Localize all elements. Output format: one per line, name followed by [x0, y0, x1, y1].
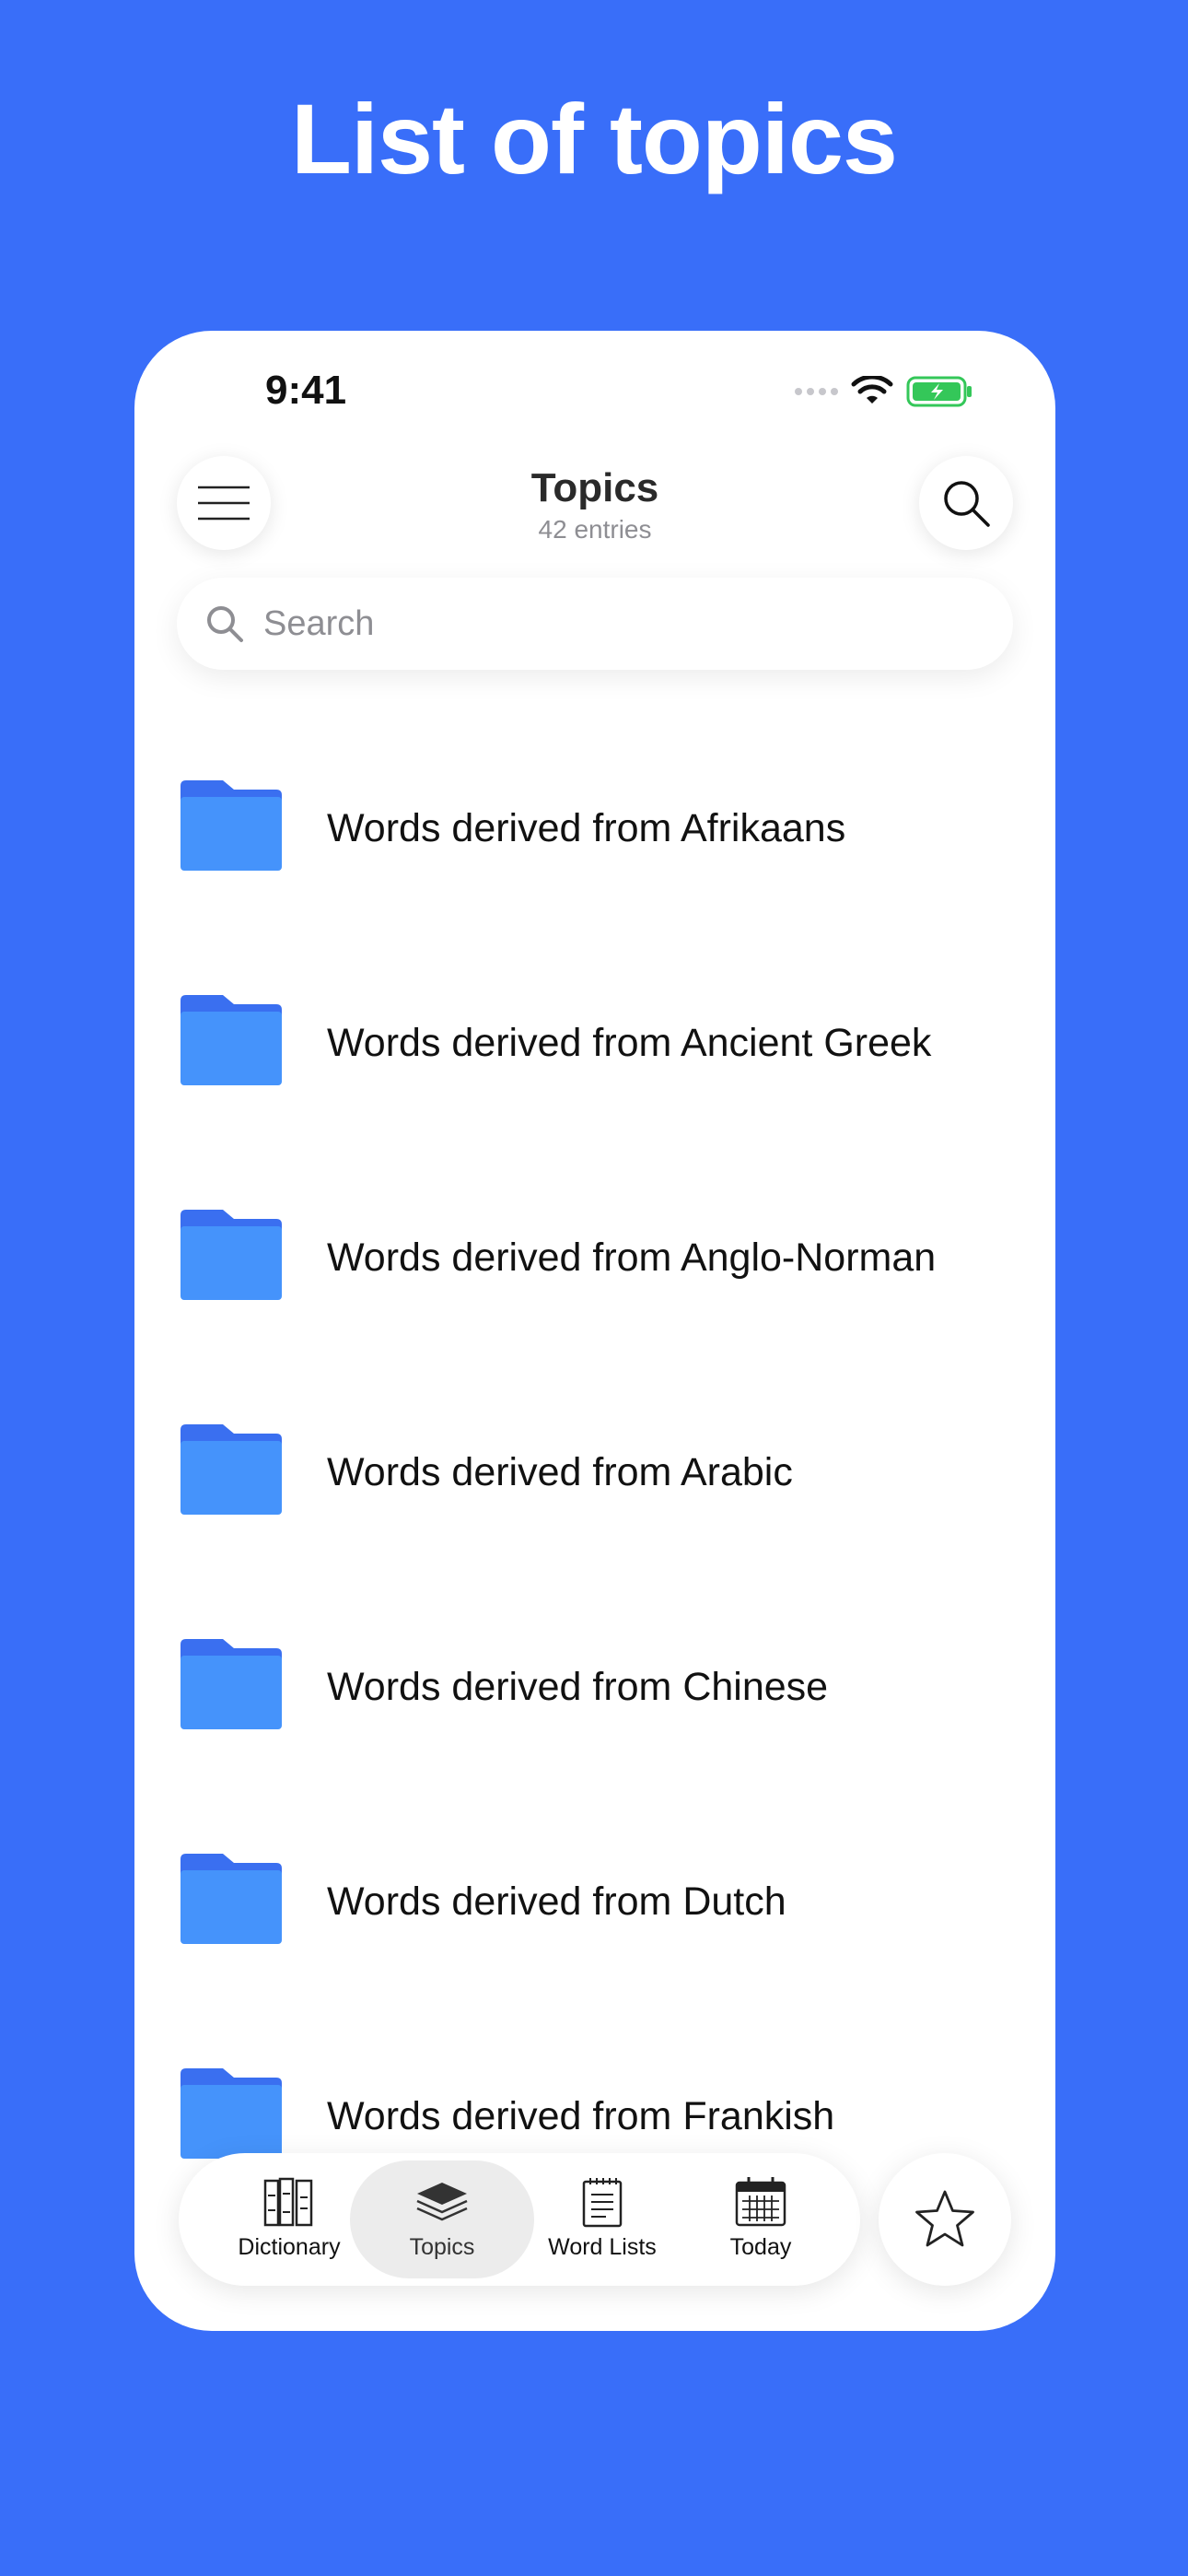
topic-label: Words derived from Frankish: [327, 2094, 835, 2138]
tab-label: Today: [729, 2234, 792, 2260]
entries-count: 42 entries: [538, 515, 652, 544]
status-time: 9:41: [265, 368, 347, 413]
list-item[interactable]: Words derived from Afrikaans: [134, 718, 1055, 932]
calendar-icon: [735, 2177, 786, 2227]
status-icons: [795, 375, 974, 408]
search-field-icon: [204, 603, 245, 644]
battery-icon: [906, 376, 972, 407]
topic-label: Words derived from Arabic: [327, 1450, 793, 1494]
list-item[interactable]: Words derived from Chinese: [134, 1576, 1055, 1791]
topic-label: Words derived from Ancient Greek: [327, 1021, 932, 1065]
topic-label: Words derived from Afrikaans: [327, 806, 846, 850]
topic-label: Words derived from Dutch: [327, 1879, 786, 1924]
star-icon: [915, 2190, 974, 2247]
tab-word-lists[interactable]: Word Lists: [510, 2160, 694, 2278]
list-item[interactable]: Words derived from Anglo-Norman: [134, 1147, 1055, 1362]
favorites-button[interactable]: [879, 2153, 1011, 2286]
tab-today[interactable]: Today: [669, 2160, 853, 2278]
folder-icon: [181, 995, 282, 1085]
tab-label: Word Lists: [548, 2234, 657, 2260]
list-item[interactable]: Words derived from Ancient Greek: [134, 932, 1055, 1147]
phone-screen: 9:41 Topics 42 entries Search Words deri…: [134, 331, 1055, 2331]
search-placeholder: Search: [263, 603, 375, 643]
cellular-signal-icon: [795, 388, 838, 395]
topic-label: Words derived from Anglo-Norman: [327, 1235, 937, 1280]
folder-icon: [181, 1424, 282, 1515]
tab-topics[interactable]: Topics: [350, 2160, 534, 2278]
search-icon: [944, 481, 990, 527]
page-title: Topics: [530, 465, 659, 510]
layers-icon: [416, 2183, 468, 2221]
folder-icon: [181, 1639, 282, 1729]
list-item[interactable]: Words derived from Arabic: [134, 1362, 1055, 1576]
folder-icon: [181, 780, 282, 871]
folder-icon: [181, 1854, 282, 1944]
list-item[interactable]: Words derived from Dutch: [134, 1791, 1055, 2006]
search-button[interactable]: [919, 456, 1013, 550]
books-icon: [263, 2177, 313, 2227]
tab-bar: Dictionary Topics Word Lists Today: [179, 2153, 860, 2286]
tab-label: Topics: [409, 2234, 475, 2260]
folder-icon: [181, 1210, 282, 1300]
notepad-icon: [582, 2178, 623, 2228]
wifi-icon: [851, 376, 893, 404]
search-input[interactable]: Search: [177, 578, 1013, 670]
promo-headline: List of topics: [291, 83, 898, 194]
topic-label: Words derived from Chinese: [327, 1665, 829, 1709]
tab-label: Dictionary: [238, 2234, 341, 2260]
folder-icon: [181, 2068, 282, 2159]
